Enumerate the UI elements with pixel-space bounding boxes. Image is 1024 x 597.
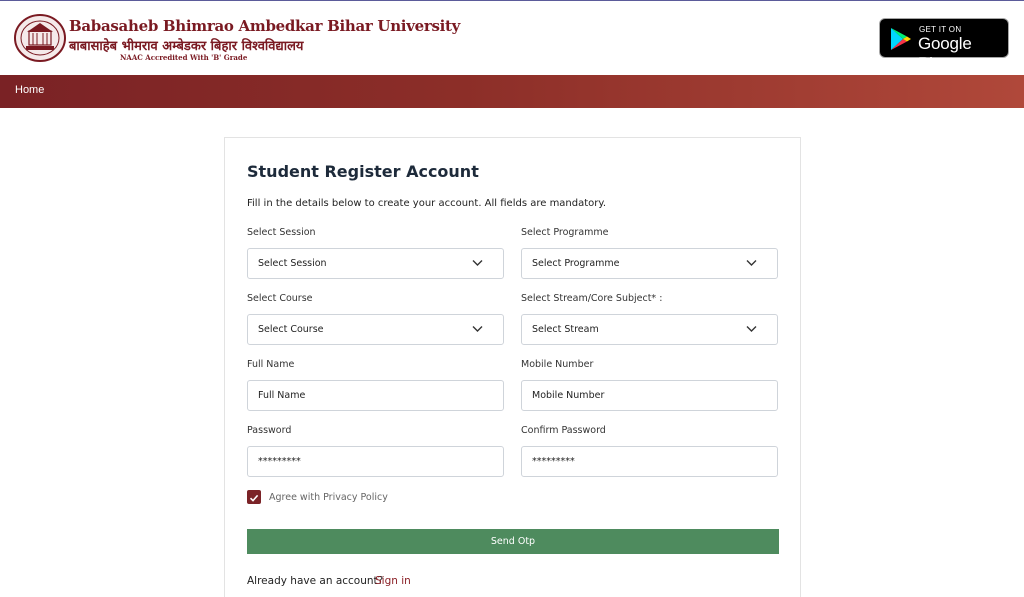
stream-select[interactable]: Select Stream [521, 314, 778, 345]
course-label: Select Course [247, 293, 313, 304]
password-input[interactable] [258, 447, 493, 476]
university-name-hindi: बाबासाहेब भीमराव अम्बेडकर बिहार विश्वविद… [69, 39, 304, 54]
nav-home-link[interactable]: Home [15, 84, 44, 96]
programme-label: Select Programme [521, 227, 609, 238]
university-seal-icon [14, 14, 66, 62]
header: Babasaheb Bhimrao Ambedkar Bihar Univers… [0, 1, 1024, 75]
mobile-field-wrapper [521, 380, 778, 411]
course-value: Select Course [258, 324, 324, 335]
chevron-down-icon [472, 326, 483, 332]
course-select[interactable]: Select Course [247, 314, 504, 345]
checkmark-icon [249, 494, 259, 502]
navbar: Home [0, 75, 1024, 108]
sign-in-link[interactable]: Sign in [375, 575, 411, 587]
privacy-checkbox[interactable] [247, 490, 261, 504]
privacy-label[interactable]: Agree with Privacy Policy [269, 492, 388, 503]
accreditation-text: NAAC Accredited With 'B' Grade [120, 53, 248, 62]
chevron-down-icon [472, 260, 483, 266]
play-store-small-text: GET IT ON [919, 25, 962, 34]
mobile-input[interactable] [532, 381, 767, 410]
confirm-password-label: Confirm Password [521, 425, 606, 436]
session-select[interactable]: Select Session [247, 248, 504, 279]
page: Babasaheb Bhimrao Ambedkar Bihar Univers… [0, 0, 1024, 597]
google-play-badge[interactable]: GET IT ON Google Play [879, 18, 1009, 73]
mobile-label: Mobile Number [521, 359, 594, 370]
session-value: Select Session [258, 258, 327, 269]
register-card: Student Register Account Fill in the det… [224, 137, 801, 597]
confirm-password-field-wrapper [521, 446, 778, 477]
university-name: Babasaheb Bhimrao Ambedkar Bihar Univers… [69, 17, 461, 35]
confirm-password-input[interactable] [532, 447, 767, 476]
play-store-big-text: Google Play [918, 34, 972, 73]
full-name-label: Full Name [247, 359, 295, 370]
password-label: Password [247, 425, 292, 436]
stream-label: Select Stream/Core Subject* : [521, 293, 663, 304]
google-play-icon [891, 28, 911, 50]
password-field-wrapper [247, 446, 504, 477]
send-otp-button[interactable]: Send Otp [247, 529, 779, 554]
programme-value: Select Programme [532, 258, 620, 269]
full-name-field-wrapper [247, 380, 504, 411]
full-name-input[interactable] [258, 381, 493, 410]
already-account-text: Already have an account? [247, 575, 384, 587]
stream-value: Select Stream [532, 324, 599, 335]
programme-select[interactable]: Select Programme [521, 248, 778, 279]
page-title: Student Register Account [247, 162, 479, 181]
form-instructions: Fill in the details below to create your… [247, 198, 607, 209]
session-label: Select Session [247, 227, 316, 238]
chevron-down-icon [746, 326, 757, 332]
chevron-down-icon [746, 260, 757, 266]
